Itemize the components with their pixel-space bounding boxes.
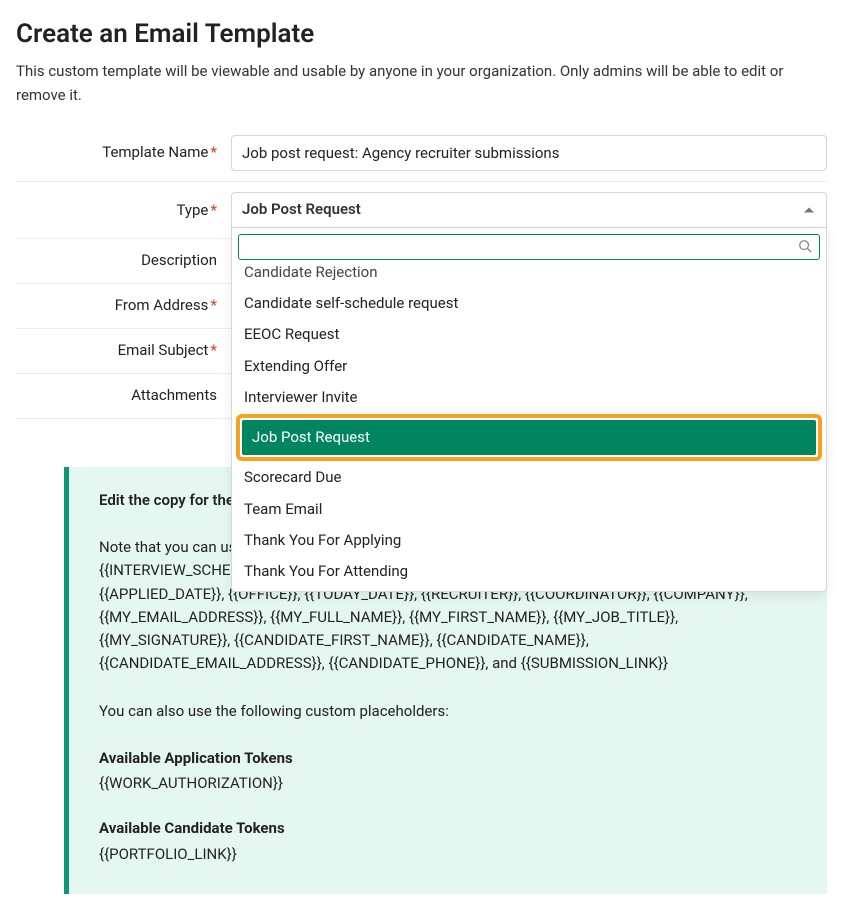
type-option[interactable]: Thank You For Applying: [232, 525, 826, 556]
type-option[interactable]: Extending Offer: [232, 351, 826, 382]
type-option[interactable]: Interviewer Invite: [232, 382, 826, 413]
label-attachments: Attachments: [16, 384, 231, 407]
page-subtitle: This custom template will be viewable an…: [16, 60, 827, 107]
template-name-input[interactable]: [231, 135, 827, 171]
type-option[interactable]: Candidate self-schedule request: [232, 288, 826, 319]
row-type: Type* Job Post Request Candidate Rejecti…: [16, 182, 827, 239]
label-description: Description: [16, 249, 231, 272]
type-option-selected[interactable]: Job Post Request: [242, 420, 816, 455]
label-from-address: From Address*: [16, 294, 231, 317]
help-custom-intro: You can also use the following custom pl…: [99, 700, 797, 723]
type-option[interactable]: Thank You For Attending: [232, 556, 826, 587]
row-template-name: Template Name*: [16, 125, 827, 182]
type-option[interactable]: Team Email: [232, 494, 826, 525]
label-template-name: Template Name*: [16, 141, 231, 164]
help-cand-tokens: {{PORTFOLIO_LINK}}: [99, 843, 797, 866]
help-app-tokens: {{WORK_AUTHORIZATION}}: [99, 772, 797, 795]
help-cand-tokens-title: Available Candidate Tokens: [99, 817, 797, 840]
label-type: Type*: [16, 192, 231, 222]
type-select[interactable]: Job Post Request: [231, 192, 827, 228]
chevron-up-icon: [804, 207, 814, 212]
label-email-subject: Email Subject*: [16, 339, 231, 362]
type-option[interactable]: Scorecard Due: [232, 462, 826, 493]
type-selected-value: Job Post Request: [242, 198, 361, 221]
highlight-callout: Job Post Request: [236, 414, 822, 461]
type-search-input[interactable]: [238, 234, 820, 260]
type-option[interactable]: EEOC Request: [232, 319, 826, 350]
type-option-list: Candidate Rejection Candidate self-sched…: [232, 257, 826, 592]
page-title: Create an Email Template: [16, 14, 827, 54]
type-dropdown-panel: Candidate Rejection Candidate self-sched…: [231, 228, 827, 593]
help-app-tokens-title: Available Application Tokens: [99, 747, 797, 770]
